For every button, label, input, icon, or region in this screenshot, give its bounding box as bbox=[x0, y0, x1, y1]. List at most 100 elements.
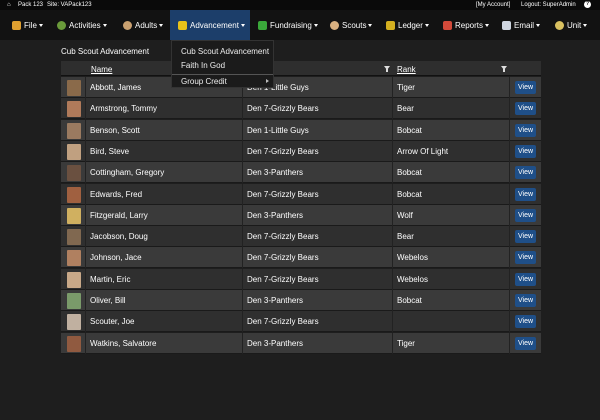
table-row: Armstrong, Tommy Den 7-Grizzly Bears Bear V… bbox=[61, 98, 541, 120]
avatar-cell bbox=[61, 290, 86, 311]
view-button[interactable]: View bbox=[515, 336, 536, 350]
view-button[interactable]: View bbox=[515, 166, 536, 180]
avatar bbox=[67, 229, 81, 246]
den-name: Den 3-Panthers bbox=[247, 168, 304, 178]
main-nav: File Activities Adults Advancement Fundr… bbox=[0, 10, 600, 40]
nav-adults[interactable]: Adults bbox=[123, 10, 164, 40]
table-row: Edwards, Fred Den 7-Grizzly Bears Bobcat Vi… bbox=[61, 183, 541, 205]
den-name: Den 3-Panthers bbox=[247, 296, 304, 305]
avatar-cell bbox=[61, 77, 86, 98]
scout-name: Oliver, Bill bbox=[90, 296, 126, 305]
den-name: Den 7-Grizzly Bears bbox=[247, 104, 319, 114]
filter-icon[interactable] bbox=[501, 66, 507, 72]
scout-name: Scouter, Joe bbox=[90, 317, 135, 327]
fleur-de-lis-icon bbox=[178, 20, 187, 30]
help-icon[interactable]: ? bbox=[584, 1, 591, 8]
nav-reports[interactable]: Reports bbox=[443, 10, 490, 40]
avatar bbox=[67, 293, 81, 309]
name-cell: Benson, Scott bbox=[86, 119, 243, 141]
nav-ledger-label: Ledger bbox=[398, 20, 423, 30]
view-button[interactable]: View bbox=[515, 251, 536, 265]
den-name: Den 7-Grizzly Bears bbox=[247, 189, 319, 199]
view-button[interactable]: View bbox=[515, 272, 536, 286]
avatar-cell bbox=[61, 119, 86, 141]
den-cell: Den 3-Panthers bbox=[243, 332, 393, 354]
chevron-down-icon bbox=[536, 23, 541, 27]
scout-name: Benson, Scott bbox=[90, 125, 140, 135]
rank-cell: Bear bbox=[393, 226, 510, 248]
rank-cell: Tiger bbox=[393, 77, 510, 98]
scout-name: Johnson, Jace bbox=[90, 253, 142, 263]
view-button[interactable]: View bbox=[515, 187, 536, 201]
den-name: Den 7-Grizzly Bears bbox=[247, 253, 319, 263]
nav-adults-label: Adults bbox=[135, 20, 158, 30]
name-cell: Watkins, Salvatore bbox=[86, 332, 243, 354]
den-cell: Den 7-Grizzly Bears bbox=[243, 268, 393, 290]
my-account-link[interactable]: [My Account] bbox=[476, 2, 510, 8]
den-cell: Den 7-Grizzly Bears bbox=[243, 183, 393, 205]
chevron-down-icon bbox=[102, 23, 107, 27]
avatar bbox=[67, 207, 81, 224]
avatar bbox=[67, 143, 81, 160]
table-row: Cottingham, Gregory Den 3-Panthers Bobcat V… bbox=[61, 162, 541, 184]
nav-activities[interactable]: Activities bbox=[57, 10, 107, 40]
view-button[interactable]: View bbox=[515, 230, 536, 244]
rank-cell: Bear bbox=[393, 98, 510, 120]
column-header-name[interactable]: Name bbox=[91, 65, 112, 74]
avatar bbox=[67, 314, 81, 331]
nav-email[interactable]: Email bbox=[502, 10, 541, 40]
rank-cell: Bobcat bbox=[393, 290, 510, 311]
pack-label[interactable]: Pack 123 bbox=[18, 2, 43, 8]
scouts-icon bbox=[330, 20, 339, 30]
den-cell: Den 3-Panthers bbox=[243, 204, 393, 226]
den-cell: Den 7-Grizzly Bears bbox=[243, 140, 393, 162]
den-cell: Den 7-Grizzly Bears bbox=[243, 311, 393, 333]
den-cell: Den 3-Panthers bbox=[243, 290, 393, 311]
table-row: Abbott, James Den 1-Little Guys Tiger View bbox=[61, 77, 541, 98]
view-button[interactable]: View bbox=[515, 102, 536, 116]
view-button[interactable]: View bbox=[515, 123, 536, 137]
scout-name: Fitzgerald, Larry bbox=[90, 210, 148, 220]
name-cell: Edwards, Fred bbox=[86, 183, 243, 205]
nav-file[interactable]: File bbox=[12, 10, 43, 40]
nav-ledger[interactable]: Ledger bbox=[386, 10, 429, 40]
nav-activities-label: Activities bbox=[69, 20, 101, 30]
avatar bbox=[67, 165, 81, 182]
filter-icon[interactable] bbox=[384, 66, 390, 72]
table-row: Benson, Scott Den 1-Little Guys Bobcat View bbox=[61, 119, 541, 141]
email-icon bbox=[502, 20, 511, 30]
chevron-right-icon bbox=[266, 79, 269, 83]
nav-scouts-label: Scouts bbox=[342, 20, 367, 30]
den-name: Den 3-Panthers bbox=[247, 210, 304, 220]
den-name: Den 3-Panthers bbox=[247, 338, 304, 348]
nav-advancement[interactable]: Advancement bbox=[170, 10, 250, 40]
den-name: Den 1-Little Guys bbox=[247, 125, 309, 135]
column-header-rank[interactable]: Rank bbox=[397, 65, 416, 74]
chevron-down-icon bbox=[159, 23, 164, 27]
rank-cell: Arrow Of Light bbox=[393, 140, 510, 162]
menu-item-group-credit[interactable]: Group Credit bbox=[181, 77, 227, 86]
table-row: Martin, Eric Den 7-Grizzly Bears Webelos Vi… bbox=[61, 268, 541, 290]
table-row: Bird, Steve Den 7-Grizzly Bears Arrow Of L… bbox=[61, 140, 541, 162]
menu-item-cub-scout-advancement[interactable]: Cub Scout Advancement bbox=[181, 47, 269, 56]
home-icon[interactable]: ⌂ bbox=[7, 2, 11, 8]
avatar-cell bbox=[61, 268, 86, 290]
view-button[interactable]: View bbox=[515, 315, 536, 329]
rank-cell: Webelos bbox=[393, 268, 510, 290]
menu-item-faith-in-god[interactable]: Faith In God bbox=[181, 61, 225, 70]
table-row: Johnson, Jace Den 7-Grizzly Bears Webelos V… bbox=[61, 247, 541, 269]
nav-scouts[interactable]: Scouts bbox=[330, 10, 373, 40]
view-button[interactable]: View bbox=[515, 144, 536, 158]
nav-unit[interactable]: Unit bbox=[555, 10, 588, 40]
view-button[interactable]: View bbox=[515, 81, 536, 94]
rank-cell: Webelos bbox=[393, 247, 510, 269]
chevron-down-icon bbox=[368, 23, 373, 27]
rank-cell: Tiger bbox=[393, 332, 510, 354]
avatar bbox=[67, 186, 81, 203]
chevron-down-icon bbox=[240, 23, 245, 27]
logout-link[interactable]: Logout: SuperAdmin bbox=[521, 2, 576, 8]
view-button[interactable]: View bbox=[515, 294, 536, 307]
rank-value: Bobcat bbox=[397, 296, 422, 305]
view-button[interactable]: View bbox=[515, 208, 536, 222]
nav-fundraising[interactable]: Fundraising bbox=[258, 10, 318, 40]
